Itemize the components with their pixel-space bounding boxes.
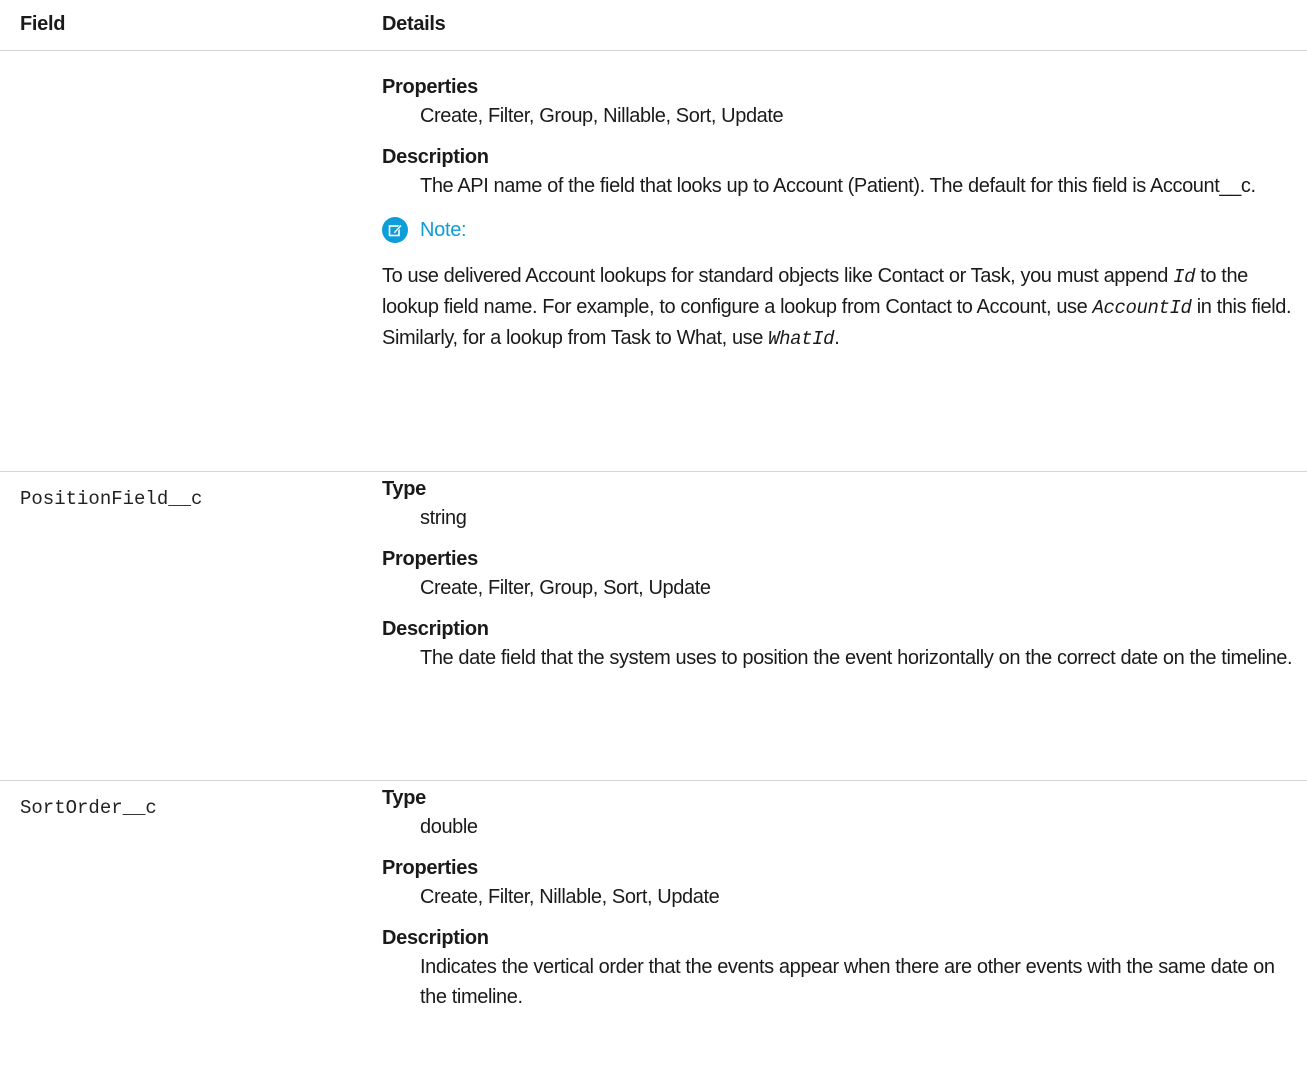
note-code-whatid: WhatId xyxy=(768,328,835,350)
type-block: Type double xyxy=(382,784,1292,842)
properties-value: Create, Filter, Group, Sort, Update xyxy=(420,577,711,599)
description-value: The API name of the field that looks up … xyxy=(420,175,1256,197)
properties-label: Properties xyxy=(382,548,478,570)
table-row: Properties Create, Filter, Group, Nillab… xyxy=(0,51,1307,472)
column-header-details: Details xyxy=(382,13,446,35)
properties-block: Properties Create, Filter, Nillable, Sor… xyxy=(382,854,1292,912)
description-block: Description Indicates the vertical order… xyxy=(382,924,1292,1012)
type-value: double xyxy=(420,816,478,838)
field-details: Type double Properties Create, Filter, N… xyxy=(382,784,1292,1012)
note-text: To use delivered Account lookups for sta… xyxy=(382,261,1292,354)
properties-value: Create, Filter, Group, Nillable, Sort, U… xyxy=(420,105,784,127)
description-value: The date field that the system uses to p… xyxy=(420,647,1293,669)
note-code-id: Id xyxy=(1173,266,1196,288)
table-row: SortOrder__c Type double Properties Crea… xyxy=(0,781,1307,1065)
description-label: Description xyxy=(382,927,489,949)
table-header: Field Details xyxy=(0,0,1307,51)
description-label: Description xyxy=(382,146,489,168)
note-code-accountid: AccountId xyxy=(1092,297,1192,319)
description-block: Description The API name of the field th… xyxy=(382,143,1292,201)
description-label: Description xyxy=(382,618,489,640)
properties-value: Create, Filter, Nillable, Sort, Update xyxy=(420,886,720,908)
description-block: Description The date field that the syst… xyxy=(382,615,1293,673)
type-block: Type string xyxy=(382,475,1292,533)
type-value: string xyxy=(420,507,467,529)
note-text-part: To use delivered Account lookups for sta… xyxy=(382,265,1174,287)
field-details: Properties Create, Filter, Group, Nillab… xyxy=(382,73,1292,354)
note-heading: Note: xyxy=(382,215,1292,245)
field-details: Type string Properties Create, Filter, G… xyxy=(382,475,1293,673)
edit-pencil-icon xyxy=(382,217,408,243)
properties-block: Properties Create, Filter, Group, Sort, … xyxy=(382,545,1292,603)
note-label: Note: xyxy=(420,219,467,241)
type-label: Type xyxy=(382,787,426,809)
properties-label: Properties xyxy=(382,857,478,879)
note-text-part: . xyxy=(834,327,840,349)
properties-label: Properties xyxy=(382,76,478,98)
field-name: SortOrder__c xyxy=(20,797,157,819)
field-details-table: Field Details Properties Create, Filter,… xyxy=(0,0,1307,1065)
column-header-field: Field xyxy=(20,13,66,35)
field-name: PositionField__c xyxy=(20,488,203,510)
type-label: Type xyxy=(382,478,426,500)
properties-block: Properties Create, Filter, Group, Nillab… xyxy=(382,73,1292,131)
description-value: Indicates the vertical order that the ev… xyxy=(420,956,1275,1008)
table-row: PositionField__c Type string Properties … xyxy=(0,472,1307,781)
